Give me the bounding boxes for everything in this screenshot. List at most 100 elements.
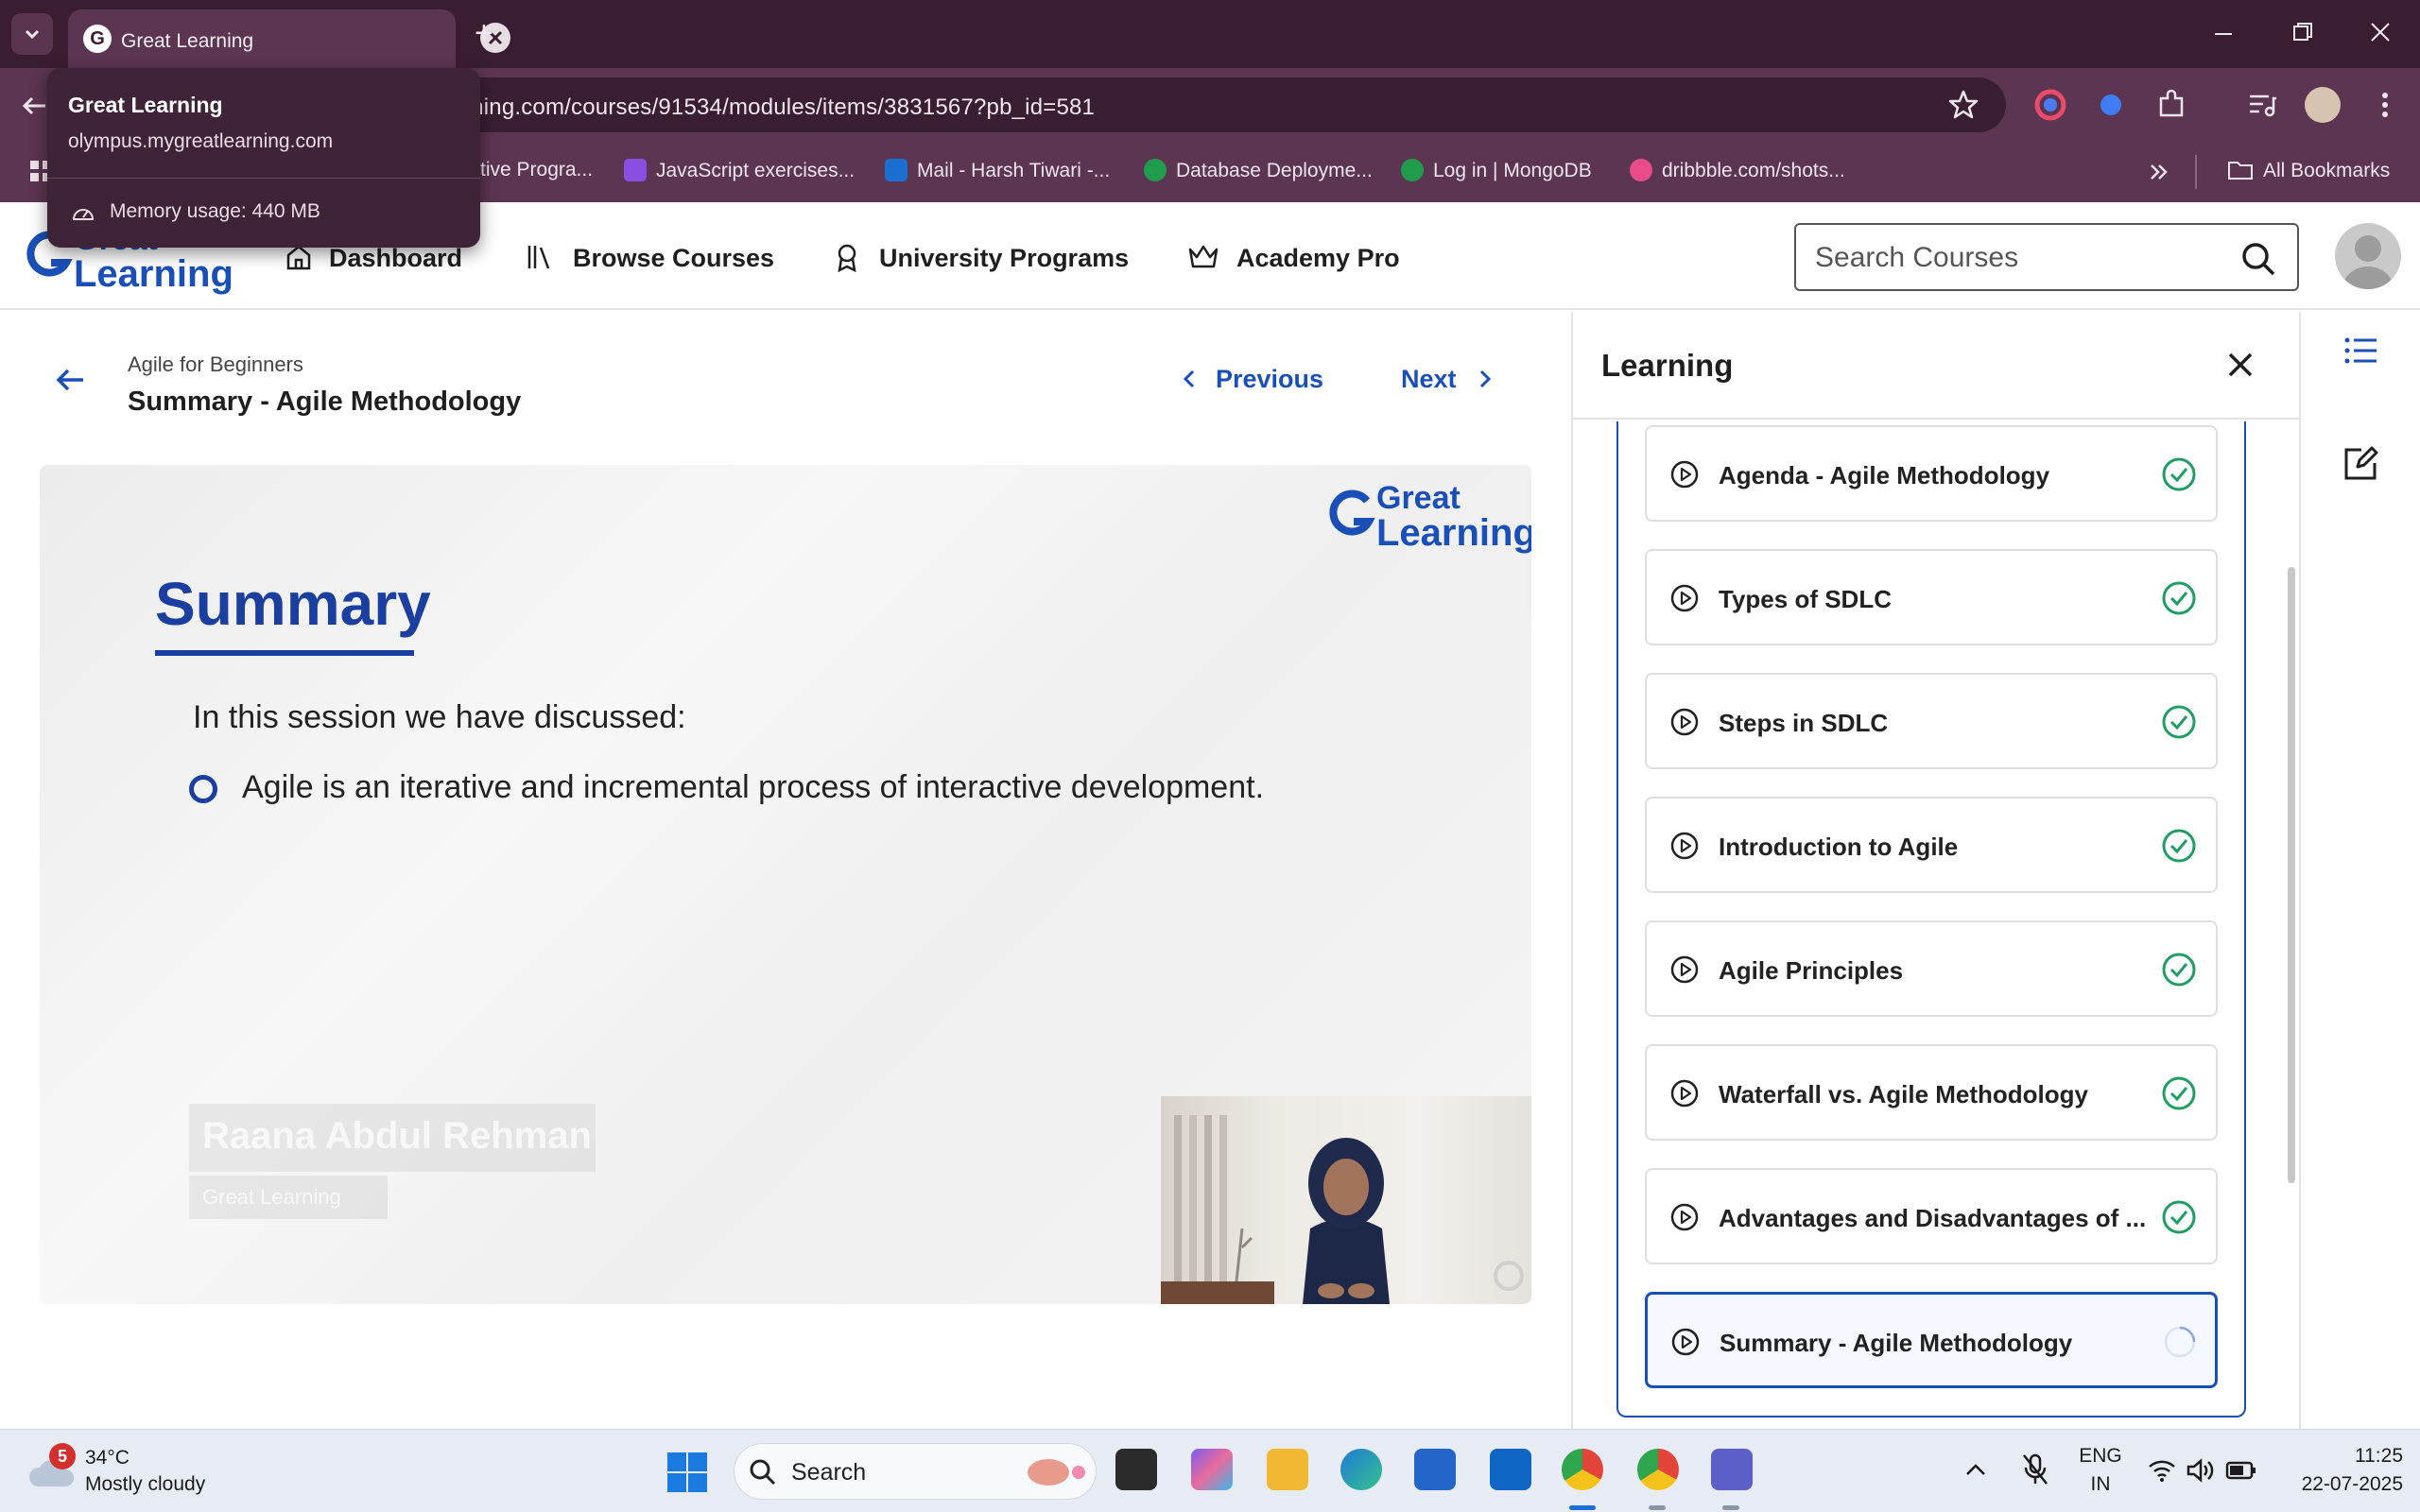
edge-icon[interactable] bbox=[1340, 1449, 1382, 1490]
lesson-item[interactable]: Types of SDLC bbox=[1645, 549, 2218, 645]
nav-university-programs[interactable]: University Programs bbox=[832, 244, 1129, 273]
nav-label: University Programs bbox=[879, 244, 1130, 272]
browser-tab[interactable]: G Great Learning bbox=[68, 9, 510, 68]
kebab-menu-icon[interactable] bbox=[2367, 87, 2403, 123]
tab-search-button[interactable] bbox=[11, 13, 53, 55]
weather-alert-badge: 5 bbox=[49, 1443, 76, 1469]
memory-gauge-icon bbox=[72, 209, 95, 220]
bookmark-item[interactable]: tive Progra... bbox=[480, 159, 593, 181]
bookmark-label: dribbble.com/shots... bbox=[1662, 160, 1845, 181]
volume-icon[interactable] bbox=[2186, 1458, 2214, 1483]
crown-icon bbox=[1188, 245, 1219, 268]
extension-dot-icon[interactable] bbox=[2093, 87, 2129, 123]
list-icon[interactable] bbox=[2344, 336, 2378, 365]
extensions-puzzle-icon[interactable] bbox=[2153, 87, 2189, 123]
lesson-item[interactable]: Summary - Agile Methodology bbox=[1645, 1292, 2218, 1388]
new-tab-button[interactable]: + bbox=[475, 17, 493, 49]
nav-dashboard[interactable]: Dashboard bbox=[284, 244, 462, 273]
presenter-name: Raana Abdul Rehman bbox=[202, 1115, 592, 1157]
close-icon[interactable] bbox=[2225, 350, 2256, 380]
check-circle-icon bbox=[2162, 953, 2196, 987]
check-circle-icon bbox=[2162, 705, 2196, 739]
lesson-title: Steps in SDLC bbox=[1719, 709, 1889, 737]
hover-card-divider bbox=[47, 178, 480, 179]
extension-color-icon[interactable] bbox=[2032, 87, 2068, 123]
bookmark-label: JavaScript exercises... bbox=[656, 160, 856, 181]
lesson-title: Introduction to Agile bbox=[1719, 833, 1959, 861]
bookmark-label: tive Progra... bbox=[480, 159, 594, 180]
next-button[interactable]: Next bbox=[1401, 365, 1495, 394]
bookmark-item[interactable]: Mail - Harsh Tiwari -... bbox=[885, 159, 1110, 182]
clock-time[interactable]: 11:25 bbox=[2318, 1445, 2403, 1468]
language-region[interactable]: IN bbox=[2072, 1473, 2129, 1496]
nav-browse-courses[interactable]: Browse Courses bbox=[526, 244, 774, 273]
user-avatar[interactable] bbox=[2335, 223, 2401, 289]
nav-label: Browse Courses bbox=[573, 244, 775, 272]
bookmark-divider bbox=[2195, 155, 2197, 189]
back-arrow-icon[interactable] bbox=[53, 363, 87, 397]
check-circle-icon bbox=[2162, 581, 2196, 615]
play-circle-icon bbox=[1670, 1079, 1699, 1108]
lesson-item[interactable]: Agile Principles bbox=[1645, 920, 2218, 1017]
course-name[interactable]: Agile for Beginners bbox=[128, 352, 303, 377]
video-player[interactable]: Great Learning Summary In this session w… bbox=[40, 465, 1531, 1304]
lesson-item[interactable]: Advantages and Disadvantages of ... bbox=[1645, 1168, 2218, 1264]
logo-line-2: Learning bbox=[74, 253, 233, 295]
previous-button[interactable]: Previous bbox=[1180, 365, 1323, 394]
previous-label: Previous bbox=[1216, 365, 1324, 393]
lesson-item[interactable]: Agenda - Agile Methodology bbox=[1645, 425, 2218, 522]
media-control-icon[interactable] bbox=[2244, 87, 2280, 123]
weather-temperature[interactable]: 34°C bbox=[85, 1447, 130, 1469]
windows-start-icon[interactable] bbox=[667, 1452, 707, 1492]
next-label: Next bbox=[1401, 365, 1457, 393]
panel-scrollbar[interactable] bbox=[2288, 567, 2295, 1183]
restore-icon[interactable] bbox=[2291, 21, 2314, 43]
lesson-item[interactable]: Waterfall vs. Agile Methodology bbox=[1645, 1044, 2218, 1141]
lesson-title: Agile Principles bbox=[1719, 956, 1904, 985]
taskbar-search[interactable]: Search bbox=[734, 1443, 1097, 1500]
lesson-title: Agenda - Agile Methodology bbox=[1719, 461, 2050, 490]
lesson-item[interactable]: Steps in SDLC bbox=[1645, 673, 2218, 769]
logo-line-1: Great bbox=[1376, 480, 1461, 516]
taskbar-search-label: Search bbox=[791, 1459, 867, 1486]
chevron-left-icon bbox=[1183, 369, 1195, 388]
teams-icon[interactable] bbox=[1711, 1449, 1753, 1490]
clock-date[interactable]: 22-07-2025 bbox=[2274, 1473, 2403, 1496]
store-icon[interactable] bbox=[1414, 1449, 1456, 1490]
back-arrow-icon[interactable] bbox=[19, 91, 49, 121]
profile-avatar[interactable] bbox=[2305, 87, 2341, 123]
bookmark-star-icon[interactable] bbox=[1947, 89, 1979, 121]
bookmark-label: Log in | MongoDB bbox=[1433, 160, 1592, 181]
url-text: rning.com/courses/91534/modules/items/38… bbox=[463, 94, 1096, 120]
outlook-icon[interactable] bbox=[1490, 1449, 1531, 1490]
bookmark-item[interactable]: dribbble.com/shots... bbox=[1630, 159, 1845, 182]
battery-icon[interactable] bbox=[2225, 1460, 2257, 1481]
copilot-icon[interactable] bbox=[1191, 1449, 1233, 1490]
play-circle-icon bbox=[1670, 460, 1699, 489]
chrome-icon[interactable] bbox=[1562, 1449, 1603, 1490]
weather-description[interactable]: Mostly cloudy bbox=[85, 1473, 205, 1496]
language-code[interactable]: ENG bbox=[2072, 1445, 2129, 1468]
wifi-icon[interactable] bbox=[2148, 1458, 2176, 1483]
lesson-title: Summary - Agile Methodology bbox=[1720, 1329, 2073, 1357]
mic-muted-icon[interactable] bbox=[2021, 1452, 2049, 1486]
play-circle-icon bbox=[1670, 584, 1699, 612]
file-explorer-icon[interactable] bbox=[1267, 1449, 1308, 1490]
chevron-up-icon[interactable] bbox=[1964, 1460, 1987, 1479]
nav-academy-pro[interactable]: Academy Pro bbox=[1187, 244, 1400, 273]
memory-usage-text: Memory usage: 440 MB bbox=[110, 200, 320, 222]
edit-notes-icon[interactable] bbox=[2342, 446, 2378, 482]
chrome-profile-icon[interactable] bbox=[1637, 1449, 1679, 1490]
bookmark-item[interactable]: Log in | MongoDB bbox=[1401, 159, 1592, 182]
lesson-item[interactable]: Introduction to Agile bbox=[1645, 797, 2218, 893]
all-bookmarks-button[interactable]: All Bookmarks bbox=[2227, 159, 2390, 182]
search-input[interactable] bbox=[1815, 240, 2212, 276]
bookmark-item[interactable]: Database Deployme... bbox=[1144, 159, 1373, 182]
more-bookmarks-icon[interactable] bbox=[2148, 161, 2170, 183]
bookmark-item[interactable]: JavaScript exercises... bbox=[624, 159, 855, 182]
search-icon[interactable] bbox=[2240, 241, 2276, 277]
minimize-icon[interactable] bbox=[2212, 21, 2235, 43]
window-close-icon[interactable] bbox=[2369, 21, 2392, 43]
play-circle-icon bbox=[1670, 708, 1699, 736]
taskbar-app-icon[interactable] bbox=[1115, 1449, 1157, 1490]
